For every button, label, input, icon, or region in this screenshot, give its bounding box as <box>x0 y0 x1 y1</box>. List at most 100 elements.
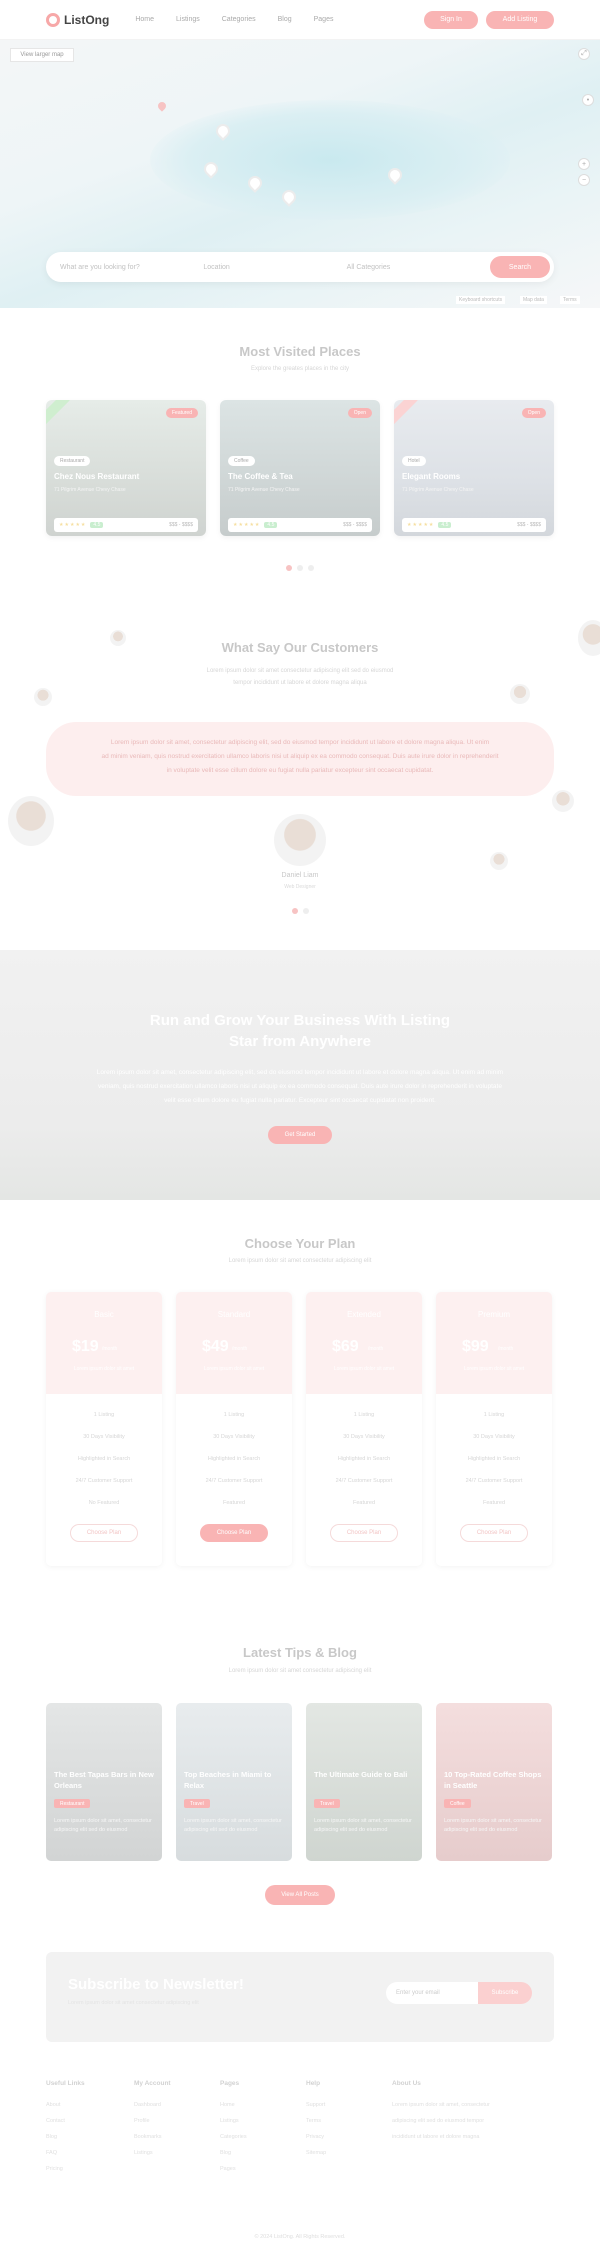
fullscreen-icon[interactable]: ⤢ <box>578 48 590 60</box>
blog-card[interactable]: The Ultimate Guide to Bali Travel Lorem … <box>306 1703 422 1861</box>
blog-post-excerpt: Lorem ipsum dolor sit amet, consectetur … <box>444 1818 542 1833</box>
nav-pages[interactable]: Pages <box>314 16 334 23</box>
blog-post-title[interactable]: Top Beaches in Miami to Relax <box>184 1769 284 1791</box>
category-select[interactable]: All Categories <box>347 264 490 271</box>
subscribe-button[interactable]: Subscribe <box>478 1982 532 2004</box>
pagination-dot[interactable] <box>302 908 309 914</box>
footer-link[interactable]: Listings <box>134 2145 171 2161</box>
footer-link[interactable]: Bookmarks <box>134 2129 171 2145</box>
footer-link[interactable]: Contact <box>46 2113 85 2129</box>
place-card[interactable]: Featured Restaurant Chez Nous Restaurant… <box>46 400 206 536</box>
map-marker-icon[interactable] <box>156 100 168 112</box>
place-image <box>394 400 554 536</box>
plan-feature: 1 Listing <box>93 1412 115 1418</box>
pegman-icon[interactable]: • <box>582 94 594 106</box>
place-tag: Featured <box>165 408 198 418</box>
footer-link[interactable]: FAQ <box>46 2145 85 2161</box>
footer-link[interactable]: Pages <box>220 2161 247 2177</box>
main-nav: Home Listings Categories Blog Pages <box>135 16 333 23</box>
footer-column: About Us Lorem ipsum dolor sit amet, con… <box>392 2080 552 2145</box>
blog-post-title[interactable]: The Best Tapas Bars in New Orleans <box>54 1769 154 1791</box>
nav-listings[interactable]: Listings <box>176 16 200 23</box>
business-text-line: Lorem ipsum dolor sit amet, consectetur … <box>96 1069 504 1076</box>
plan-feature: Highlighted in Search <box>77 1456 131 1462</box>
zoom-out-icon[interactable]: − <box>578 174 590 186</box>
floating-avatar <box>552 790 574 812</box>
map-terms-link[interactable]: Terms <box>560 296 580 304</box>
place-price: $$$ - $$$$ <box>343 522 367 528</box>
logo[interactable]: ListOng <box>46 12 109 27</box>
zoom-in-icon[interactable]: + <box>578 158 590 170</box>
blog-post-title[interactable]: 10 Top-Rated Coffee Shops in Seattle <box>444 1769 544 1791</box>
footer-link[interactable]: Sitemap <box>306 2145 326 2161</box>
pagination-dot[interactable] <box>297 565 303 571</box>
blog-post-tag[interactable]: Travel <box>184 1799 210 1808</box>
nav-blog[interactable]: Blog <box>278 16 292 23</box>
choose-plan-button[interactable]: Choose Plan <box>70 1524 138 1542</box>
pagination-dot[interactable] <box>291 908 298 914</box>
view-all-posts-button[interactable]: View All Posts <box>265 1885 335 1905</box>
footer-link[interactable]: Categories <box>220 2129 247 2145</box>
place-card[interactable]: Open Coffee The Coffee & Tea 71 Pilgrim … <box>220 400 380 536</box>
place-category[interactable]: Restaurant <box>54 456 91 466</box>
map[interactable]: View larger map ⤢ • + − What are you loo… <box>0 40 600 308</box>
place-name[interactable]: The Coffee & Tea <box>228 472 293 481</box>
nav-home[interactable]: Home <box>135 16 154 23</box>
place-card[interactable]: Open Hotel Elegant Rooms 71 Pilgrim Aven… <box>394 400 554 536</box>
floating-avatar <box>510 684 530 704</box>
plan-feature: 24/7 Customer Support <box>205 1478 263 1484</box>
place-category[interactable]: Coffee <box>228 456 255 466</box>
footer-link[interactable]: Support <box>306 2097 326 2113</box>
footer-link[interactable]: Pricing <box>46 2161 85 2177</box>
pagination-dot[interactable] <box>286 565 292 571</box>
place-image <box>46 400 206 536</box>
nav-categories[interactable]: Categories <box>222 16 256 23</box>
blog-card[interactable]: Top Beaches in Miami to Relax Travel Lor… <box>176 1703 292 1861</box>
footer-column: Pages Home Listings Categories Blog Page… <box>220 2080 247 2177</box>
signin-button[interactable]: Sign In <box>424 10 478 29</box>
location-input[interactable]: Location <box>203 264 346 271</box>
place-name[interactable]: Chez Nous Restaurant <box>54 472 139 481</box>
place-category[interactable]: Hotel <box>402 456 426 466</box>
blog-card[interactable]: 10 Top-Rated Coffee Shops in Seattle Cof… <box>436 1703 552 1861</box>
place-rating: 4.5 <box>264 522 278 528</box>
plan-card: Premium $99 /month Lorem ipsum dolor sit… <box>436 1292 552 1566</box>
places-title: Most Visited Places <box>239 344 361 359</box>
footer-link[interactable]: Terms <box>306 2113 326 2129</box>
choose-plan-button[interactable]: Choose Plan <box>330 1524 398 1542</box>
choose-plan-button[interactable]: Choose Plan <box>200 1524 268 1542</box>
footer-link[interactable]: Privacy <box>306 2129 326 2145</box>
choose-plan-button[interactable]: Choose Plan <box>460 1524 528 1542</box>
footer-link[interactable]: Listings <box>220 2113 247 2129</box>
blog-post-tag[interactable]: Coffee <box>444 1799 471 1808</box>
plan-feature: Featured <box>352 1500 375 1506</box>
footer-heading: Useful Links <box>46 2080 85 2087</box>
blog-post-tag[interactable]: Restaurant <box>54 1799 91 1808</box>
pagination-dot[interactable] <box>308 565 314 571</box>
testimonials-subtitle-line: tempor incididunt ut labore et dolore ma… <box>233 680 367 686</box>
add-listing-button[interactable]: Add Listing <box>486 10 554 29</box>
footer-link[interactable]: Home <box>220 2097 247 2113</box>
plan-header <box>46 1292 162 1394</box>
view-larger-map-button[interactable]: View larger map <box>10 48 74 62</box>
blog-post-title[interactable]: The Ultimate Guide to Bali <box>314 1769 414 1780</box>
footer-link[interactable]: Profile <box>134 2113 171 2129</box>
blog-card[interactable]: The Best Tapas Bars in New Orleans Resta… <box>46 1703 162 1861</box>
footer-link[interactable]: Blog <box>46 2129 85 2145</box>
map-shortcuts-link[interactable]: Keyboard shortcuts <box>456 296 506 304</box>
newsletter-email-input[interactable]: Enter your email <box>386 1982 478 2004</box>
footer-column: Useful Links About Contact Blog FAQ Pric… <box>46 2080 85 2177</box>
footer-link[interactable]: About <box>46 2097 85 2113</box>
plan-description: Lorem ipsum dolor sit amet <box>333 1366 395 1372</box>
place-name[interactable]: Elegant Rooms <box>402 472 460 481</box>
plan-feature: 30 Days Visibility <box>473 1434 515 1440</box>
copyright: © 2024 ListOng. All Rights Reserved. <box>254 2234 346 2240</box>
search-button[interactable]: Search <box>489 256 550 278</box>
blog-post-tag[interactable]: Travel <box>314 1799 340 1808</box>
footer-link[interactable]: Dashboard <box>134 2097 171 2113</box>
footer-link[interactable]: Blog <box>220 2145 247 2161</box>
get-started-button[interactable]: Get Started <box>268 1126 332 1144</box>
plan-card: Standard $49 /month Lorem ipsum dolor si… <box>176 1292 292 1566</box>
what-input[interactable]: What are you looking for? <box>60 264 203 271</box>
plan-period: /month <box>368 1346 384 1352</box>
